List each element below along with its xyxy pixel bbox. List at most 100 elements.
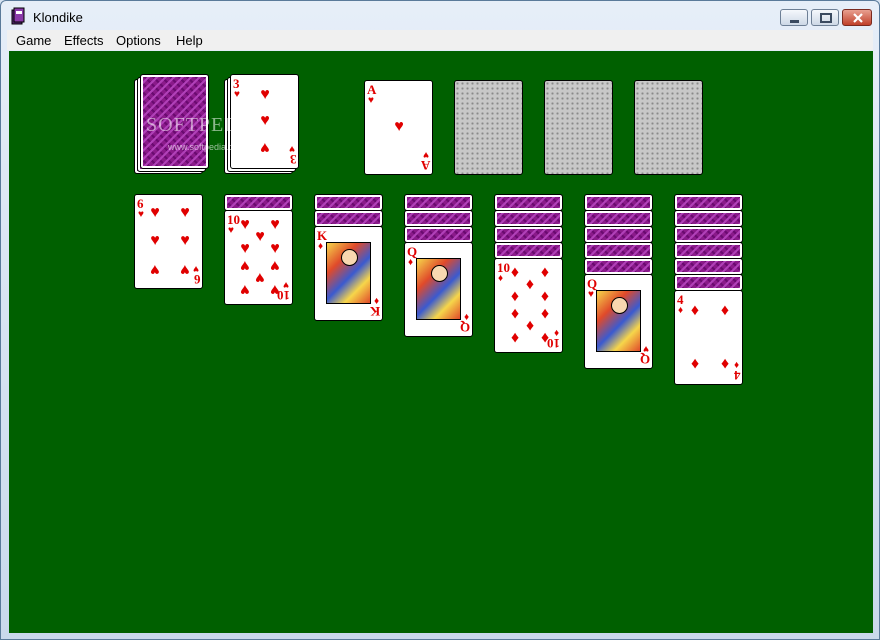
diamond-pip-icon: ♦ (540, 305, 550, 322)
heart-pip-icon: ♥ (255, 228, 265, 245)
card-suit-top-icon: ♦ (498, 273, 504, 284)
card-rank-bottom: 6 (193, 272, 201, 287)
foundation-slot-1[interactable]: A ♥ A ♥ ♥ (364, 80, 433, 175)
tableau-6-facedown-card[interactable] (584, 258, 653, 275)
card-rank-bottom: K (369, 304, 380, 319)
window-title: Klondike (33, 10, 83, 25)
card-suit-top-icon: ♦ (408, 257, 414, 268)
maximize-button[interactable] (811, 9, 839, 26)
card-suit-bottom-icon: ♦ (373, 295, 379, 306)
card-suit-top-icon: ♥ (588, 289, 594, 300)
tableau-6-top-card[interactable]: Q ♥ Q ♥ (584, 274, 653, 369)
heart-pip-icon: ♥ (180, 204, 190, 221)
tableau-7-facedown-card[interactable] (674, 194, 743, 211)
heart-pip-icon: ♥ (150, 232, 160, 249)
restore-icon (820, 13, 832, 23)
card-rank-bottom: Q (459, 320, 470, 335)
tableau-7-facedown-card[interactable] (674, 226, 743, 243)
foundation-slot-4[interactable] (634, 80, 703, 175)
tableau-5-facedown-card[interactable] (494, 226, 563, 243)
menu-game[interactable]: Game (16, 33, 51, 48)
card-suit-bottom-icon: ♥ (643, 343, 649, 354)
heart-pip-icon: ♥ (240, 216, 250, 233)
watermark: SOFTPEDIA (146, 114, 263, 136)
diamond-pip-icon: ♦ (690, 355, 700, 372)
menu-options[interactable]: Options (116, 33, 161, 48)
tableau-1-top-card[interactable]: 6 ♥ 6 ♥ ♥ ♥ ♥ ♥ ♥ ♥ (134, 194, 203, 289)
tableau-7-top-card[interactable]: 4 ♦ 4 ♦ ♦ ♦ ♦ ♦ (674, 290, 743, 385)
heart-pip-icon: ♥ (394, 118, 404, 135)
diamond-pip-icon: ♦ (690, 302, 700, 319)
card-rank-bottom: A (420, 158, 430, 173)
diamond-pip-icon: ♦ (510, 305, 520, 322)
heart-pip-icon: ♥ (270, 240, 280, 257)
heart-pip-icon: ♥ (150, 261, 160, 278)
tableau-6-facedown-card[interactable] (584, 226, 653, 243)
card-suit-bottom-icon: ♦ (463, 311, 469, 322)
tableau-7-facedown-card[interactable] (674, 274, 743, 291)
klondike-app-icon (11, 7, 25, 25)
tableau-3-facedown-card[interactable] (314, 194, 383, 211)
diamond-pip-icon: ♦ (510, 329, 520, 346)
diamond-pip-icon: ♦ (720, 355, 730, 372)
tableau-4-facedown-card[interactable] (404, 210, 473, 227)
heart-pip-icon: ♥ (260, 86, 270, 103)
watermark-url: www.softpedia.com (168, 142, 246, 152)
card-suit-bottom-icon: ♥ (283, 279, 289, 290)
card-suit-bottom-icon: ♥ (423, 149, 429, 160)
tableau-6-facedown-card[interactable] (584, 210, 653, 227)
menu-bar: Game Effects Options Help (7, 30, 873, 50)
card-suit-bottom-icon: ♦ (553, 327, 559, 338)
card-suit-top-icon: ♥ (138, 209, 144, 220)
title-bar[interactable]: Klondike (1, 1, 879, 31)
tableau-4-facedown-card[interactable] (404, 194, 473, 211)
heart-pip-icon: ♥ (260, 139, 270, 156)
card-suit-top-icon: ♥ (234, 89, 240, 100)
close-button[interactable] (842, 9, 872, 26)
menu-effects[interactable]: Effects (64, 33, 104, 48)
minimize-icon (790, 20, 799, 23)
court-card-portrait (596, 290, 641, 352)
card-rank-bottom: Q (639, 352, 650, 367)
tableau-6-facedown-card[interactable] (584, 242, 653, 259)
diamond-pip-icon: ♦ (720, 302, 730, 319)
tableau-5-top-card[interactable]: 10 ♦ 10 ♦ ♦ ♦ ♦ ♦ ♦ ♦ ♦ ♦ ♦ ♦ (494, 258, 563, 353)
card-suit-top-icon: ♥ (228, 225, 234, 236)
heart-pip-icon: ♥ (270, 216, 280, 233)
foundation-slot-3[interactable] (544, 80, 613, 175)
card-suit-bottom-icon: ♥ (289, 143, 295, 154)
diamond-pip-icon: ♦ (510, 264, 520, 281)
minimize-button[interactable] (780, 9, 808, 26)
court-card-portrait (326, 242, 371, 304)
tableau-4-top-card[interactable]: Q ♦ Q ♦ (404, 242, 473, 337)
tableau-3-facedown-card[interactable] (314, 210, 383, 227)
tableau-4-facedown-card[interactable] (404, 226, 473, 243)
diamond-pip-icon: ♦ (510, 288, 520, 305)
diamond-pip-icon: ♦ (540, 329, 550, 346)
tableau-6-facedown-card[interactable] (584, 194, 653, 211)
tableau-5-facedown-card[interactable] (494, 210, 563, 227)
tableau-5-facedown-card[interactable] (494, 194, 563, 211)
card-suit-top-icon: ♦ (318, 241, 324, 252)
card-suit-top-icon: ♦ (678, 305, 684, 316)
court-card-portrait (416, 258, 461, 320)
menu-help[interactable]: Help (176, 33, 203, 48)
card-suit-bottom-icon: ♥ (193, 263, 199, 274)
tableau-3-top-card[interactable]: K ♦ K ♦ (314, 226, 383, 321)
tableau-2-top-card[interactable]: 10 ♥ 10 ♥ ♥ ♥ ♥ ♥ ♥ ♥ ♥ ♥ ♥ ♥ (224, 210, 293, 305)
heart-pip-icon: ♥ (240, 257, 250, 274)
heart-pip-icon: ♥ (180, 232, 190, 249)
diamond-pip-icon: ♦ (540, 288, 550, 305)
tableau-7-facedown-card[interactable] (674, 242, 743, 259)
tableau-5-facedown-card[interactable] (494, 242, 563, 259)
heart-pip-icon: ♥ (270, 257, 280, 274)
foundation-slot-2[interactable] (454, 80, 523, 175)
tableau-7-facedown-card[interactable] (674, 210, 743, 227)
heart-pip-icon: ♥ (240, 281, 250, 298)
card-rank-bottom: 3 (289, 152, 297, 167)
heart-pip-icon: ♥ (180, 261, 190, 278)
card-suit-bottom-icon: ♦ (733, 359, 739, 370)
heart-pip-icon: ♥ (240, 240, 250, 257)
tableau-7-facedown-card[interactable] (674, 258, 743, 275)
tableau-2-facedown-card[interactable] (224, 194, 293, 211)
